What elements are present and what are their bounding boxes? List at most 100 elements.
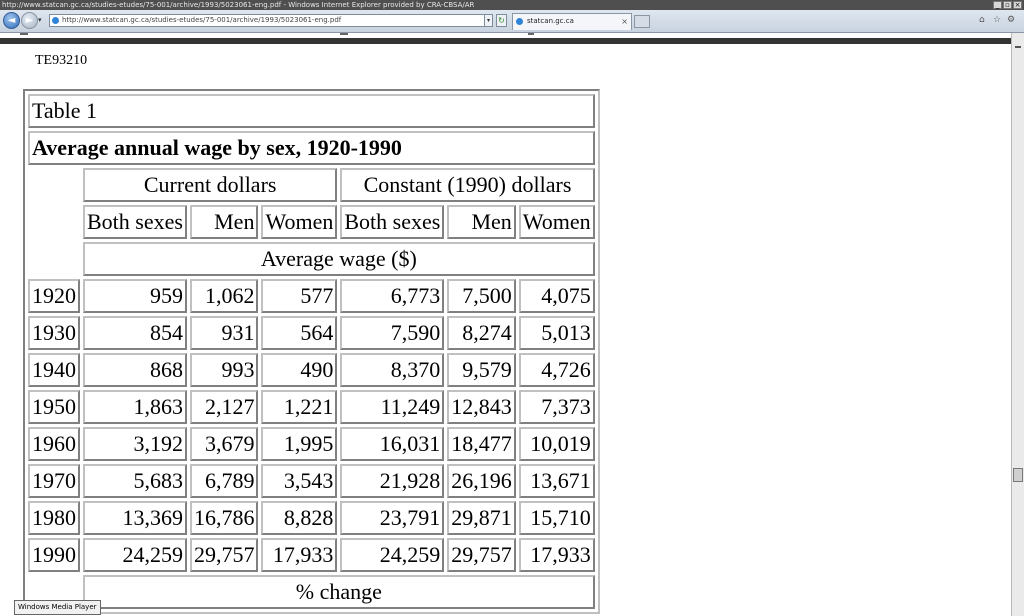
value-cell: 931 — [189, 316, 259, 350]
tab-page-icon — [516, 18, 523, 25]
year-cell: 1930 — [28, 316, 80, 350]
section-header-change: % change — [83, 575, 595, 609]
value-cell: 13,369 — [83, 501, 187, 535]
group-header-constant: Constant (1990) dollars — [340, 168, 595, 202]
back-arrow-icon: ◄ — [7, 15, 16, 26]
header-stub — [28, 168, 80, 276]
value-cell: 854 — [83, 316, 187, 350]
col-header: Both sexes — [83, 205, 187, 239]
table-title: Average annual wage by sex, 1920-1990 — [28, 131, 595, 165]
text-fragment — [340, 33, 348, 35]
tab-label: statcan.gc.ca — [527, 17, 574, 25]
table-row: 1990 24,259 29,757 17,933 24,259 29,757 … — [28, 538, 595, 572]
page-icon — [52, 17, 59, 24]
window-title: http://www.statcan.gc.ca/studies-etudes/… — [2, 1, 475, 9]
value-cell: 3,543 — [261, 464, 338, 498]
table-label: Table 1 — [28, 94, 595, 128]
value-cell: 2,127 — [189, 390, 259, 424]
value-cell: 10,019 — [518, 427, 595, 461]
value-cell: 5,683 — [83, 464, 187, 498]
value-cell: 12,843 — [447, 390, 516, 424]
forward-arrow-icon: ► — [25, 15, 34, 26]
scroll-marker — [1015, 46, 1021, 48]
table-row: 1930 854 931 564 7,590 8,274 5,013 — [28, 316, 595, 350]
value-cell: 868 — [83, 353, 187, 387]
value-cell: 1,062 — [189, 279, 259, 313]
address-dropdown-button[interactable]: ▾ — [484, 14, 493, 27]
value-cell: 21,928 — [340, 464, 445, 498]
value-cell: 1,221 — [261, 390, 338, 424]
col-header: Women — [518, 205, 595, 239]
scrollbar-thumb[interactable] — [1013, 468, 1023, 482]
group-header-current: Current dollars — [83, 168, 338, 202]
value-cell: 4,075 — [518, 279, 595, 313]
table-row: 1950 1,863 2,127 1,221 11,249 12,843 7,3… — [28, 390, 595, 424]
value-cell: 5,013 — [518, 316, 595, 350]
history-dropdown-icon[interactable]: ▾ — [38, 16, 42, 24]
home-icon[interactable]: ⌂ — [979, 15, 985, 25]
value-cell: 6,773 — [340, 279, 445, 313]
value-cell: 8,370 — [340, 353, 445, 387]
value-cell: 17,933 — [518, 538, 595, 572]
year-cell: 1950 — [28, 390, 80, 424]
document-id: TE93210 — [35, 53, 88, 68]
value-cell: 15,710 — [518, 501, 595, 535]
table-row: 1960 3,192 3,679 1,995 16,031 18,477 10,… — [28, 427, 595, 461]
year-cell: 1940 — [28, 353, 80, 387]
restore-button[interactable]: ▫ — [1003, 1, 1012, 9]
chevron-down-icon: ▾ — [486, 17, 490, 24]
page-content: TE93210 Table 1 Average annual wage by s… — [0, 33, 1011, 616]
tab-close-icon[interactable]: × — [621, 14, 628, 29]
value-cell: 577 — [261, 279, 338, 313]
refresh-icon: ↻ — [498, 16, 505, 25]
value-cell: 1,863 — [83, 390, 187, 424]
value-cell: 490 — [261, 353, 338, 387]
wage-table: Table 1 Average annual wage by sex, 1920… — [23, 89, 600, 614]
value-cell: 26,196 — [447, 464, 516, 498]
browser-tab[interactable]: statcan.gc.ca × — [512, 13, 632, 30]
value-cell: 16,031 — [340, 427, 445, 461]
value-cell: 23,791 — [340, 501, 445, 535]
section-header-average: Average wage ($) — [83, 242, 595, 276]
text-fragment — [528, 33, 534, 35]
value-cell: 564 — [261, 316, 338, 350]
refresh-button[interactable]: ↻ — [496, 14, 507, 27]
col-header: Women — [261, 205, 338, 239]
tools-gear-icon[interactable]: ⚙ — [1007, 15, 1015, 25]
favorites-star-icon[interactable]: ☆ — [993, 15, 1001, 25]
year-cell: 1920 — [28, 279, 80, 313]
value-cell: 29,757 — [447, 538, 516, 572]
value-cell: 4,726 — [518, 353, 595, 387]
minimize-button[interactable]: _ — [993, 1, 1002, 9]
value-cell: 7,373 — [518, 390, 595, 424]
navigation-bar: ◄ ► ▾ http://www.statcan.gc.ca/studies-e… — [0, 10, 1024, 33]
value-cell: 8,274 — [447, 316, 516, 350]
table-row: 1970 5,683 6,789 3,543 21,928 26,196 13,… — [28, 464, 595, 498]
value-cell: 993 — [189, 353, 259, 387]
media-player-tooltip: Windows Media Player — [14, 600, 101, 615]
value-cell: 13,671 — [518, 464, 595, 498]
value-cell: 17,933 — [261, 538, 338, 572]
new-tab-button[interactable] — [634, 15, 650, 28]
value-cell: 959 — [83, 279, 187, 313]
value-cell: 11,249 — [340, 390, 445, 424]
forward-button[interactable]: ► — [21, 12, 38, 29]
value-cell: 6,789 — [189, 464, 259, 498]
value-cell: 3,679 — [189, 427, 259, 461]
address-bar[interactable]: http://www.statcan.gc.ca/studies-etudes/… — [49, 14, 491, 27]
year-cell: 1970 — [28, 464, 80, 498]
page-divider — [0, 38, 1011, 44]
vertical-scrollbar[interactable] — [1011, 33, 1024, 616]
year-cell: 1980 — [28, 501, 80, 535]
close-window-button[interactable]: × — [1013, 1, 1022, 9]
value-cell: 24,259 — [340, 538, 445, 572]
col-header: Both sexes — [340, 205, 445, 239]
value-cell: 7,590 — [340, 316, 445, 350]
value-cell: 9,579 — [447, 353, 516, 387]
back-button[interactable]: ◄ — [3, 12, 20, 29]
table-row: 1920 959 1,062 577 6,773 7,500 4,075 — [28, 279, 595, 313]
value-cell: 16,786 — [189, 501, 259, 535]
table-row: 1940 868 993 490 8,370 9,579 4,726 — [28, 353, 595, 387]
text-fragment — [20, 33, 28, 35]
col-header: Men — [189, 205, 259, 239]
